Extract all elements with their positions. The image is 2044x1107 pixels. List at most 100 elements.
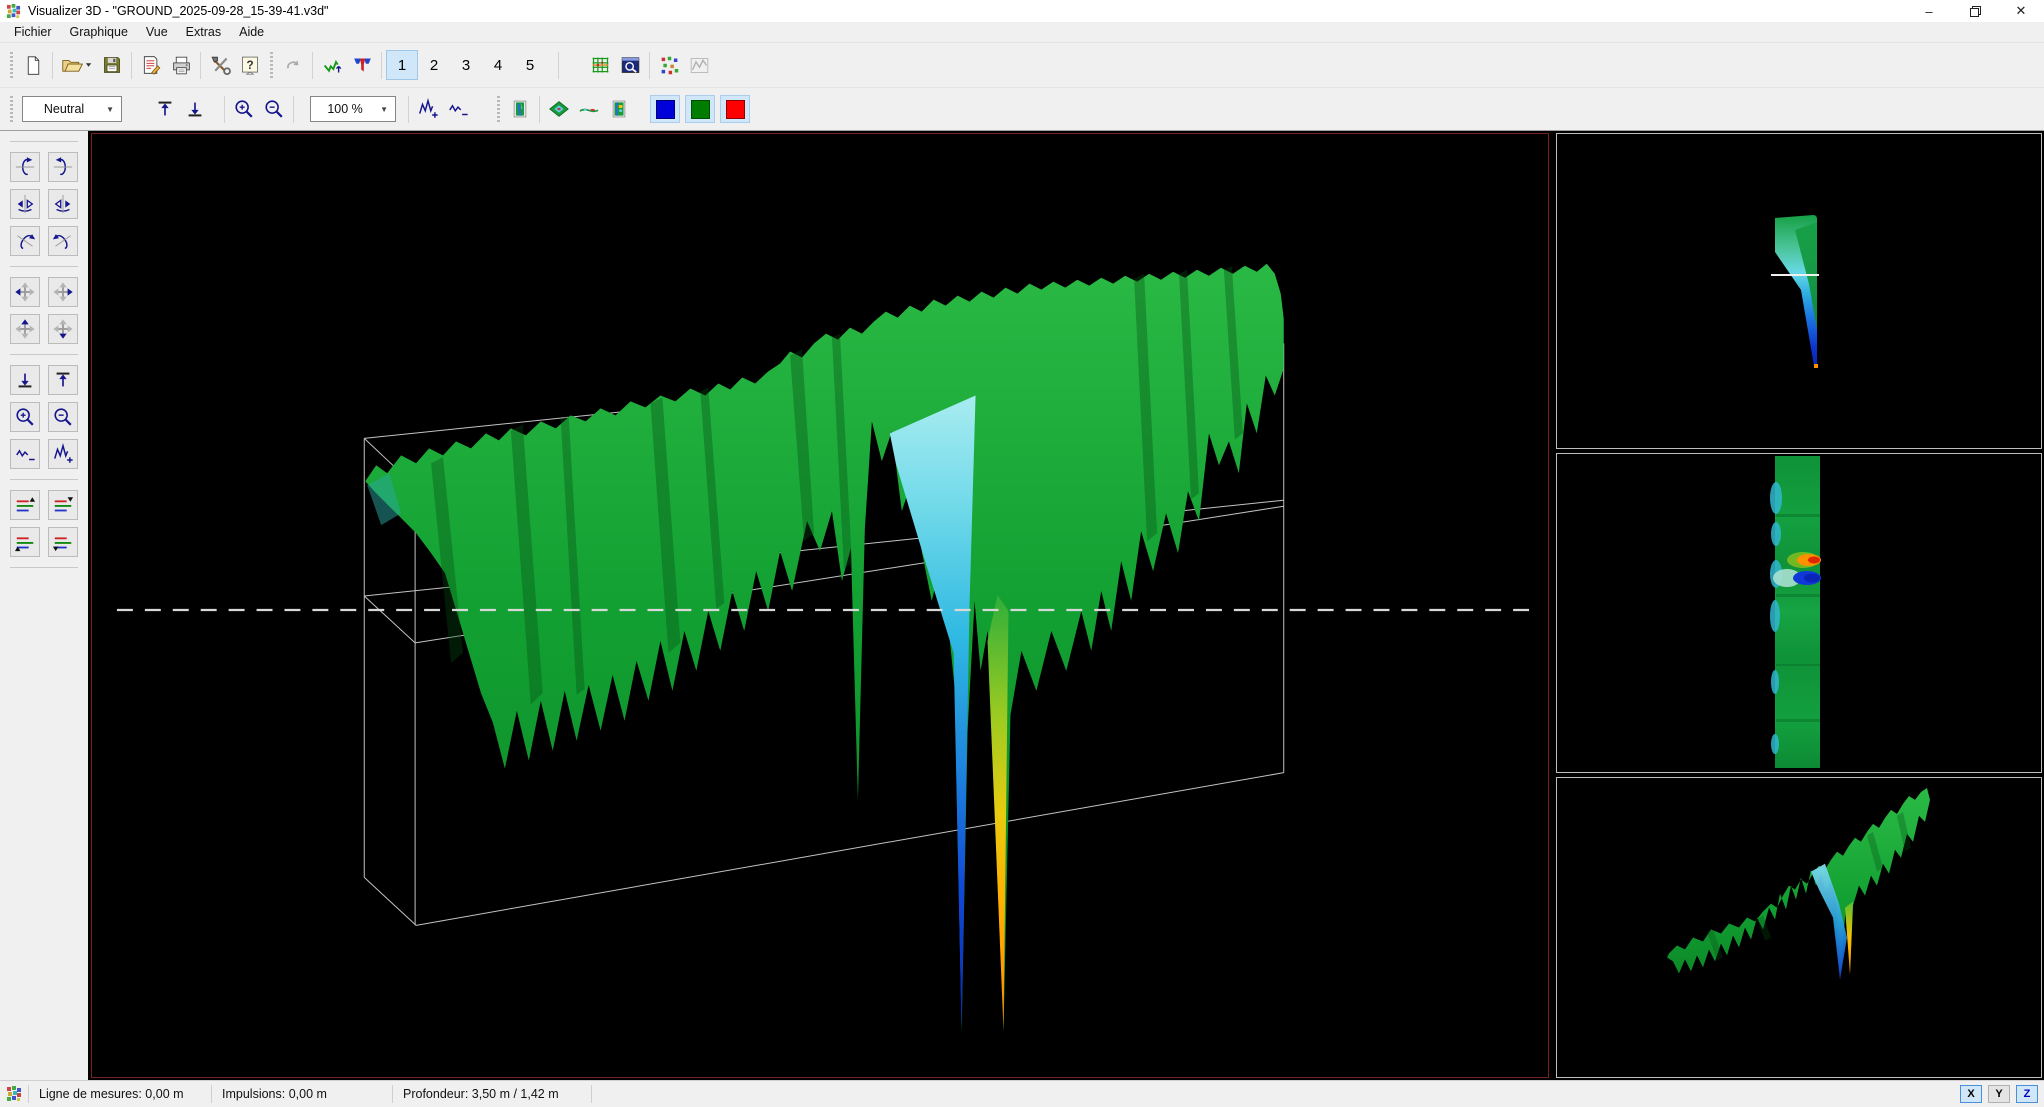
rotate-roll-left-button[interactable] [10,226,40,256]
new-file-button[interactable] [18,50,48,80]
signal-increase-button[interactable] [48,439,78,469]
preview-window-button[interactable] [615,50,645,80]
amplitude-decrease-button[interactable] [443,94,473,124]
pan-down-icon [52,318,74,340]
rotate-pitch-up-button[interactable] [10,152,40,182]
sidebar-separator [10,479,78,480]
pan-left-button[interactable] [10,277,40,307]
axis-y-button[interactable]: Y [1988,1085,2010,1103]
print-button[interactable] [166,50,196,80]
zoom-in-icon [233,98,255,120]
view-2-button[interactable]: 2 [418,50,450,80]
pan-up-button[interactable] [10,314,40,344]
menu-vue[interactable]: Vue [137,23,177,41]
menubar: Fichier Graphique Vue Extras Aide [0,22,2044,42]
toolbar-gripper[interactable] [10,96,13,122]
layer-bottom-up-icon [14,531,36,553]
layer-bottom-up-button[interactable] [10,527,40,557]
axis-x-button[interactable]: X [1960,1085,1982,1103]
layer-down-button[interactable] [48,490,78,520]
save-button[interactable] [97,50,127,80]
top-view-panel[interactable] [1556,453,2042,773]
axis-z-button[interactable]: Z [2016,1085,2038,1103]
preview-panels-column [1552,131,2044,1080]
sidebar-separator [10,266,78,267]
toolbar-separator [224,96,225,123]
profile-select-value: Neutral [30,102,98,116]
titlebar[interactable]: Visualizer 3D - "GROUND_2025-09-28_15-39… [0,0,2044,22]
zoom-out-button[interactable] [259,94,289,124]
statusbar: Ligne de mesures: 0,00 m Impulsions: 0,0… [0,1080,2044,1107]
view-4-button[interactable]: 4 [482,50,514,80]
side-view-button[interactable] [505,94,535,124]
move-top-button[interactable] [150,94,180,124]
view-top-button[interactable] [604,94,634,124]
main-3d-view[interactable] [91,133,1549,1078]
menu-aide[interactable]: Aide [230,23,273,41]
measure-check-button[interactable] [317,50,347,80]
depth-down-button[interactable] [10,365,40,395]
export-report-button[interactable] [136,50,166,80]
amplitude-increase-button[interactable] [413,94,443,124]
depth-status: Profondeur: 3,50 m / 1,42 m [393,1087,591,1101]
undo-button[interactable] [278,50,308,80]
view-1-button[interactable]: 1 [386,50,418,80]
zoom-in-side-button[interactable] [10,402,40,432]
profile-select[interactable]: Neutral ▼ [22,96,122,122]
restore-button[interactable] [1952,0,1998,22]
menu-extras[interactable]: Extras [177,23,230,41]
side-view-icon [510,99,530,119]
settings-button[interactable] [205,50,235,80]
check-measure-icon [322,55,343,76]
view-3d-button[interactable] [544,94,574,124]
toolbar-gripper[interactable] [270,52,273,78]
minimize-button[interactable]: – [1906,0,1952,22]
view-flat-button[interactable] [574,94,604,124]
layer-up-icon [14,494,36,516]
side-view-panel[interactable] [1556,133,2042,449]
perspective-view-panel[interactable] [1556,777,2042,1078]
rotate-pitch-down-button[interactable] [48,152,78,182]
view-3-button[interactable]: 3 [450,50,482,80]
tools-icon [210,55,231,76]
toolbar-separator [408,96,409,123]
color-green-button[interactable] [685,95,715,123]
zoom-level-select[interactable]: 100 % ▼ [310,96,396,122]
zoom-out-side-button[interactable] [48,402,78,432]
close-button[interactable]: ✕ [1998,0,2044,22]
move-bottom-button[interactable] [180,94,210,124]
layer-bottom-down-button[interactable] [48,527,78,557]
signal-graph-button[interactable] [684,50,714,80]
menu-fichier[interactable]: Fichier [5,23,61,41]
help-button[interactable]: ? [235,50,265,80]
pan-down-button[interactable] [48,314,78,344]
filter-button[interactable] [347,50,377,80]
green-swatch [691,100,710,119]
toolbar-gripper[interactable] [10,52,13,78]
layer-up-button[interactable] [10,490,40,520]
grid-view-button[interactable] [585,50,615,80]
open-file-button[interactable] [57,50,97,80]
pan-right-button[interactable] [48,277,78,307]
rotate-yaw-left-button[interactable] [10,189,40,219]
menu-graphique[interactable]: Graphique [61,23,137,41]
depth-up-button[interactable] [48,365,78,395]
app-icon [6,4,21,19]
color-blue-button[interactable] [650,95,680,123]
zoom-in-icon [14,406,36,428]
view-5-button[interactable]: 5 [514,50,546,80]
sidebar-separator [10,141,78,142]
view-toolbar: Neutral ▼ 100 % ▼ [0,87,2044,131]
zoom-in-button[interactable] [229,94,259,124]
anomaly-orange-spike [988,595,1009,1030]
rotate-yaw-right-button[interactable] [48,189,78,219]
scan-points-button[interactable] [654,50,684,80]
signal-decrease-button[interactable] [10,439,40,469]
color-red-button[interactable] [720,95,750,123]
axis-toggle-group: X Y Z [1960,1085,2044,1103]
rotate-roll-right-button[interactable] [48,226,78,256]
rotate-roll-left-icon [14,230,36,252]
scan-points-icon [659,55,680,76]
toolbar-gripper[interactable] [497,96,500,122]
restore-icon [1970,6,1981,17]
